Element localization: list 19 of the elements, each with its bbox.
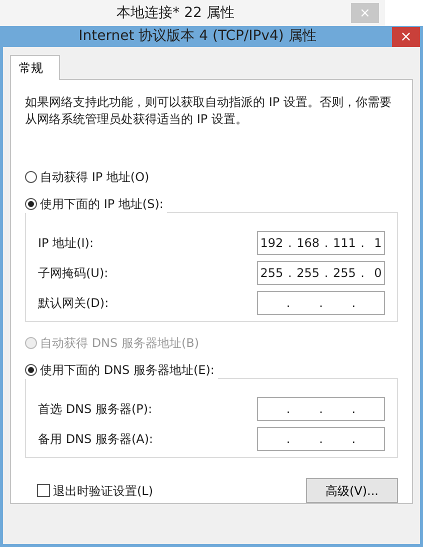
field-label: IP 地址(I): <box>38 235 94 252</box>
radio-button[interactable]: 使用下面的 DNS 服务器地址(E): <box>25 361 218 379</box>
window-title: Internet 协议版本 4 (TCP/IPv4) 属性 <box>78 27 318 46</box>
ip-address-field[interactable]: . . . <box>257 397 385 421</box>
advanced-button[interactable]: 高级(V)... <box>306 478 398 503</box>
field-label: 备用 DNS 服务器(A): <box>38 431 154 448</box>
field-label: 子网掩码(U): <box>38 265 108 282</box>
field-label: 首选 DNS 服务器(P): <box>38 401 152 418</box>
window-title: 本地连接* 22 属性 <box>116 4 236 22</box>
tab[interactable]: 常规 <box>10 55 60 80</box>
field-label: 默认网关(D): <box>38 295 109 312</box>
ip-address-field[interactable]: . . . <box>257 427 385 451</box>
radio-button[interactable]: 使用下面的 IP 地址(S): <box>25 195 168 213</box>
close-button[interactable]: × <box>392 26 420 46</box>
description-text: 如果网络支持此功能，则可以获取自动指派的 IP 设置。否则，你需要从网络系统管理员处获得适当的 IP 设置。 <box>25 94 392 128</box>
ip-address-field[interactable]: . . . <box>257 291 385 315</box>
checkbox[interactable]: 退出时验证设置(L) <box>37 482 154 500</box>
ip-address-field[interactable]: 255 . 255 . 255 . 0 <box>257 261 385 285</box>
ip-address-field[interactable]: 192 . 168 . 111 . 1 <box>257 231 385 255</box>
